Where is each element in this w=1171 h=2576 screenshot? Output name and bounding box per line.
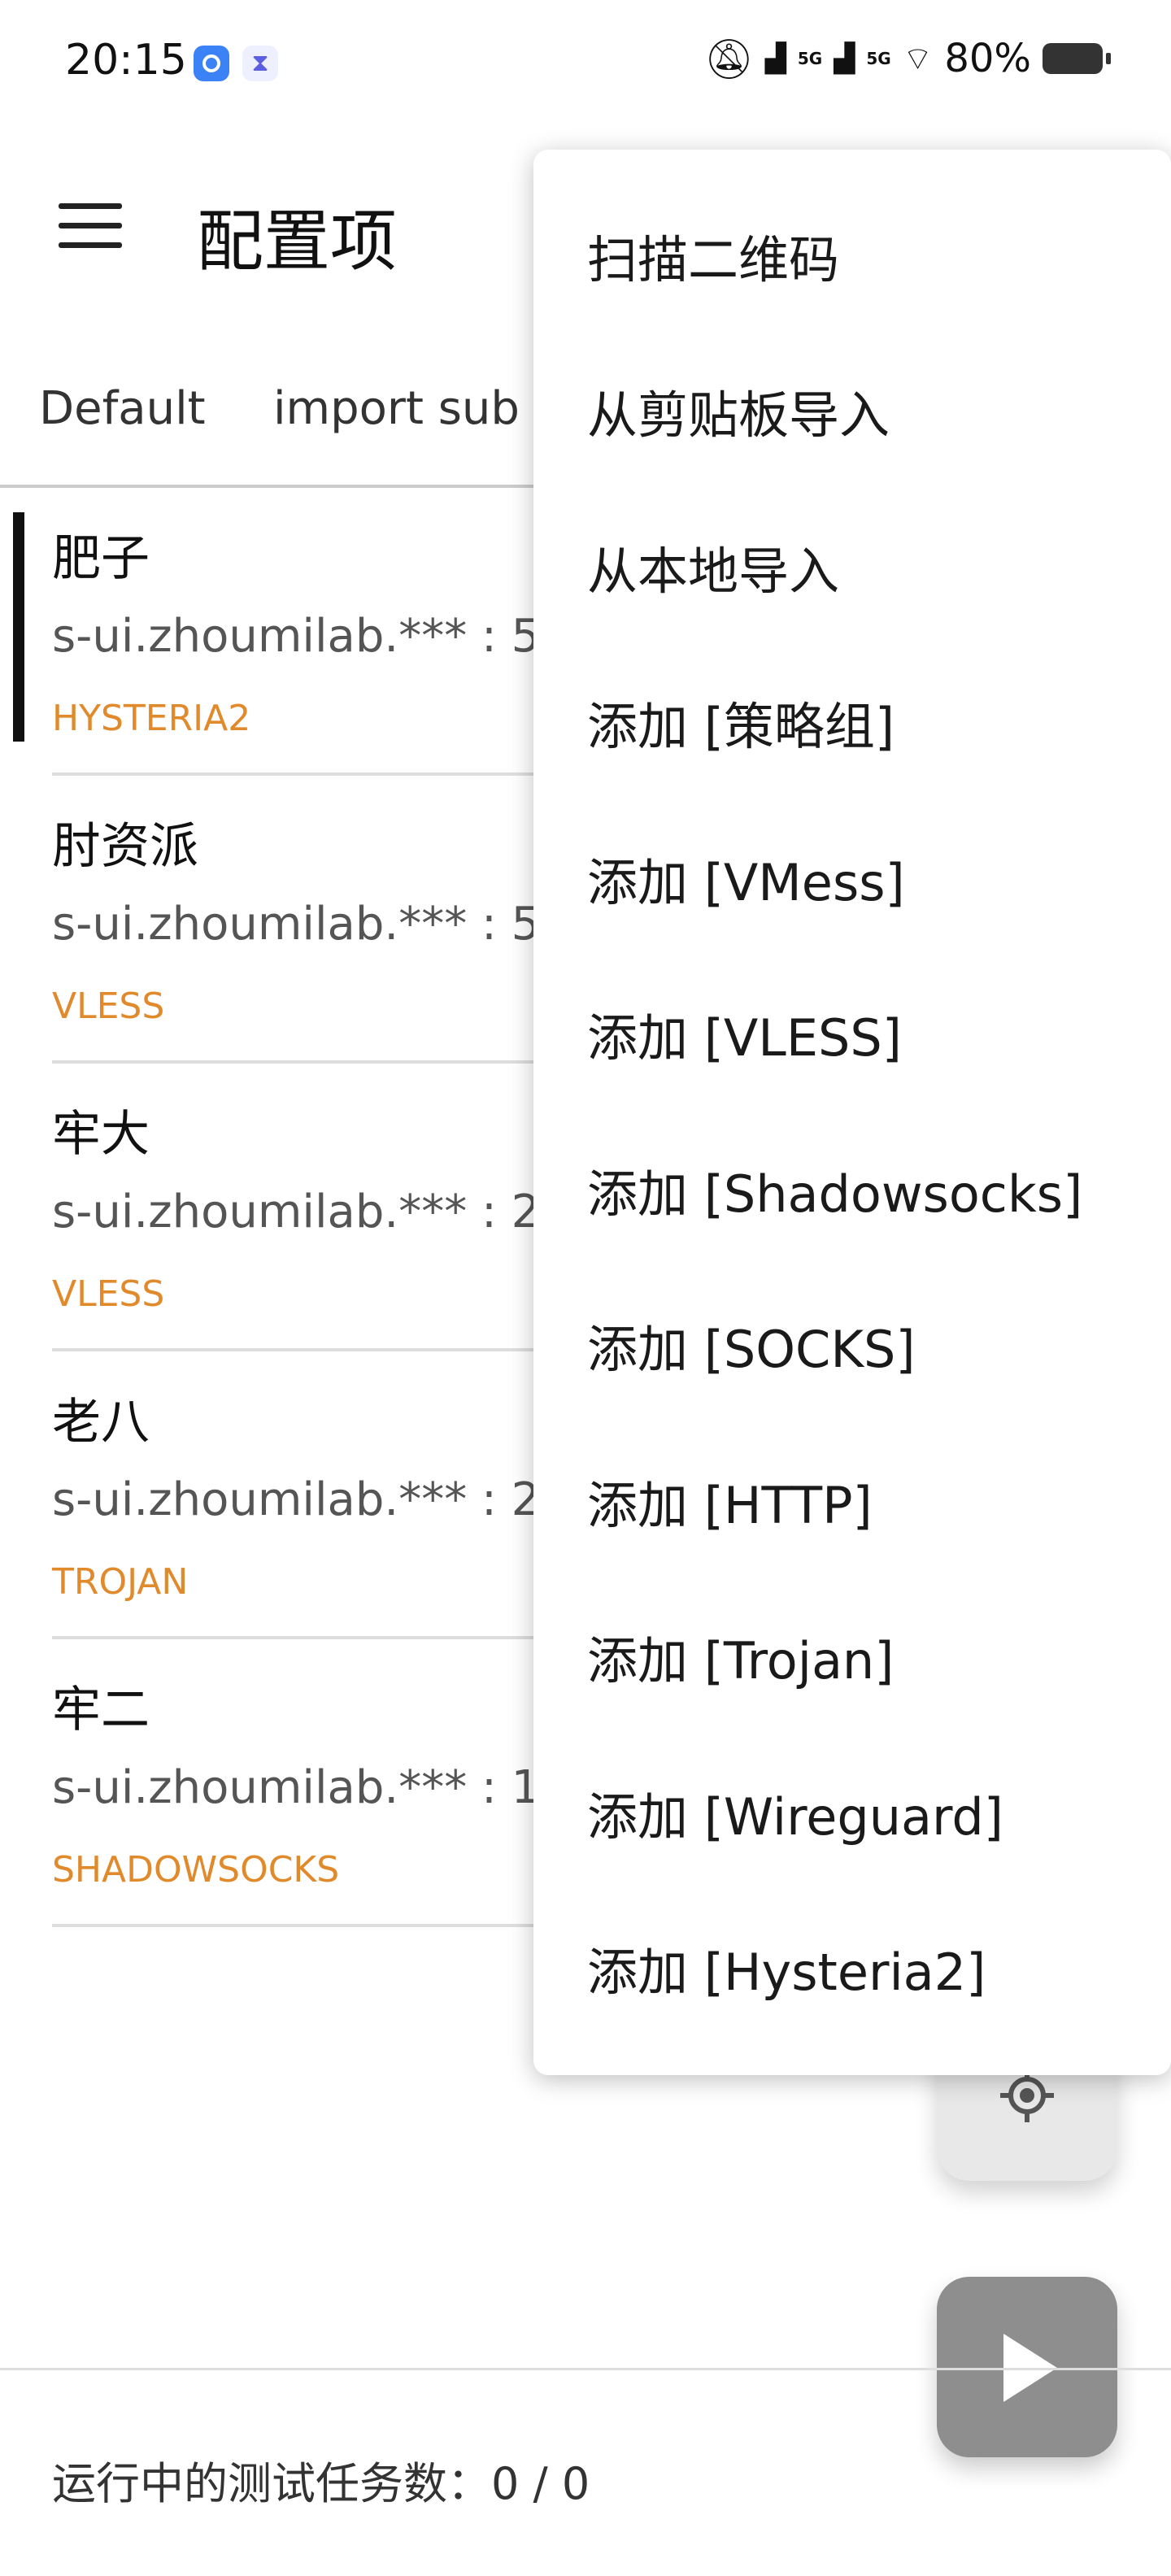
menu-item-add-vless[interactable]: 添加 [VLESS] — [533, 956, 1171, 1112]
server-address: s-ui.zhoumilab.*** : 205 — [52, 1186, 599, 1238]
tab-default[interactable]: Default — [39, 382, 206, 435]
server-protocol: HYSTERIA2 — [52, 698, 251, 739]
footer-divider — [0, 2368, 1171, 2370]
server-protocol: SHADOWSOCKS — [52, 1849, 340, 1891]
network-5g-label-2: 5G — [866, 49, 891, 68]
menu-item-add-policy-group[interactable]: 添加 [策略组] — [533, 645, 1171, 801]
server-address: s-ui.zhoumilab.*** : 544 — [52, 610, 599, 663]
menu-item-add-hysteria2[interactable]: 添加 [Hysteria2] — [533, 1891, 1171, 2047]
menu-item-add-wireguard[interactable]: 添加 [Wireguard] — [533, 1734, 1171, 1891]
menu-item-add-vmess[interactable]: 添加 [VMess] — [533, 800, 1171, 956]
test-task-status: 运行中的测试任务数：0 / 0 — [52, 2458, 590, 2509]
server-name: 牢大 — [52, 1106, 150, 1163]
menu-item-scan-qr[interactable]: 扫描二维码 — [533, 177, 1171, 333]
menu-item-add-trojan[interactable]: 添加 [Trojan] — [533, 1579, 1171, 1735]
app-notification-icon — [194, 46, 229, 81]
server-name: 牢二 — [52, 1682, 150, 1738]
status-time: 20:15 — [65, 36, 187, 85]
battery-icon — [1043, 43, 1111, 74]
crosshair-icon — [1000, 2069, 1054, 2122]
signal-strength-icon: ▟ — [834, 42, 855, 75]
network-5g-label: 5G — [797, 49, 823, 68]
server-address: s-ui.zhoumilab.*** : 504 — [52, 898, 599, 951]
server-protocol: VLESS — [52, 986, 165, 1027]
signal-icon: ▟ — [764, 42, 786, 75]
server-name: 老八 — [52, 1394, 150, 1451]
server-address: s-ui.zhoumilab.*** : 208 — [52, 1473, 599, 1526]
menu-item-import-clipboard[interactable]: 从剪贴板导入 — [533, 333, 1171, 490]
mute-icon: 🔕︎ — [703, 36, 754, 82]
server-protocol: TROJAN — [52, 1561, 189, 1603]
start-connection-button[interactable] — [937, 2277, 1117, 2457]
status-indicators: 🔕︎ ▟ 5G ▟ 5G ⌔ 80% — [703, 36, 1111, 82]
server-name: 肘资派 — [52, 818, 198, 875]
page-title: 配置项 — [197, 203, 398, 281]
server-name: 肥子 — [52, 530, 150, 587]
add-config-popup-menu: 扫描二维码 从剪贴板导入 从本地导入 添加 [策略组] 添加 [VMess] 添… — [533, 150, 1171, 2075]
status-bar: 20:15 ⧗ 🔕︎ ▟ 5G ▟ 5G ⌔ 80% — [0, 0, 1171, 130]
menu-item-add-shadowsocks[interactable]: 添加 [Shadowsocks] — [533, 1112, 1171, 1268]
hamburger-menu-icon[interactable] — [59, 203, 122, 249]
tab-import-sub[interactable]: import sub — [273, 382, 520, 435]
menu-item-import-local[interactable]: 从本地导入 — [533, 489, 1171, 645]
menu-item-add-socks[interactable]: 添加 [SOCKS] — [533, 1268, 1171, 1424]
server-address: s-ui.zhoumilab.*** : 104 — [52, 1761, 599, 1814]
hourglass-icon: ⧗ — [242, 46, 278, 81]
menu-item-add-http[interactable]: 添加 [HTTP] — [533, 1423, 1171, 1579]
server-protocol: VLESS — [52, 1273, 165, 1315]
battery-percent: 80% — [944, 36, 1031, 81]
wifi-icon: ⌔ — [902, 41, 934, 78]
